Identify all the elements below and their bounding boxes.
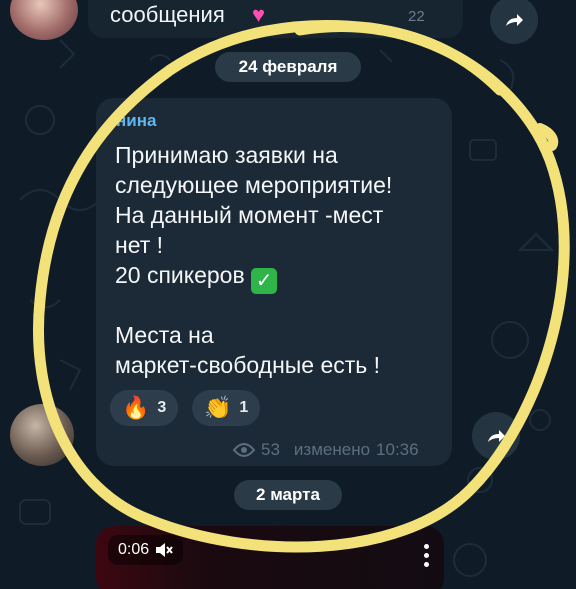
reaction-fire-button[interactable]: 🔥 3 (110, 390, 179, 426)
forward-button[interactable] (472, 412, 520, 460)
message-time: 10:36 (376, 440, 419, 459)
video-duration: 0:06 (118, 541, 150, 558)
reaction-clap-button[interactable]: 👏 1 (192, 390, 261, 426)
message-text-line: Места на (115, 322, 214, 348)
date-separator-label: 24 февраля (238, 57, 338, 76)
message-text-line: Принимаю заявки на (115, 142, 338, 168)
view-count: 53 (261, 440, 280, 459)
check-mark-emoji-icon: ✓ (251, 268, 278, 294)
message-text-line: следующее мероприятие! (115, 172, 393, 198)
date-separator-label: 2 марта (256, 485, 320, 504)
reaction-count: 1 (239, 399, 249, 416)
date-separator: 24 февраля (215, 52, 361, 82)
message-text-line: маркет-свободные есть ! (115, 352, 381, 378)
message-sender-name[interactable]: нина (116, 111, 156, 131)
clapping-hands-icon: 👏 (204, 395, 232, 420)
message-text-line: На данный момент -мест (115, 202, 384, 228)
heart-emoji-icon: ♥ (252, 2, 266, 27)
video-duration-badge[interactable]: 0:06 (108, 535, 184, 565)
message-meta: 53 изменено 10:36 (233, 440, 419, 460)
date-separator: 2 марта (234, 480, 342, 510)
edited-label: изменено (293, 440, 371, 459)
message-text-line: нет ! (115, 232, 164, 258)
video-menu-icon[interactable] (424, 544, 429, 567)
speaker-muted-icon (156, 543, 173, 557)
message-text-line-speakers: 20 спикеров ✓ (115, 262, 278, 294)
message-text-line: 20 спикеров (115, 262, 245, 288)
previous-message-text: сообщения (110, 2, 225, 27)
eye-icon (233, 443, 255, 457)
reaction-count: 3 (157, 399, 167, 416)
fire-icon: 🔥 (122, 395, 150, 420)
forward-arrow-icon (488, 430, 505, 442)
previous-message-time: 22 (408, 8, 425, 25)
sender-avatar[interactable] (10, 404, 74, 466)
forward-arrow-icon (506, 14, 523, 26)
